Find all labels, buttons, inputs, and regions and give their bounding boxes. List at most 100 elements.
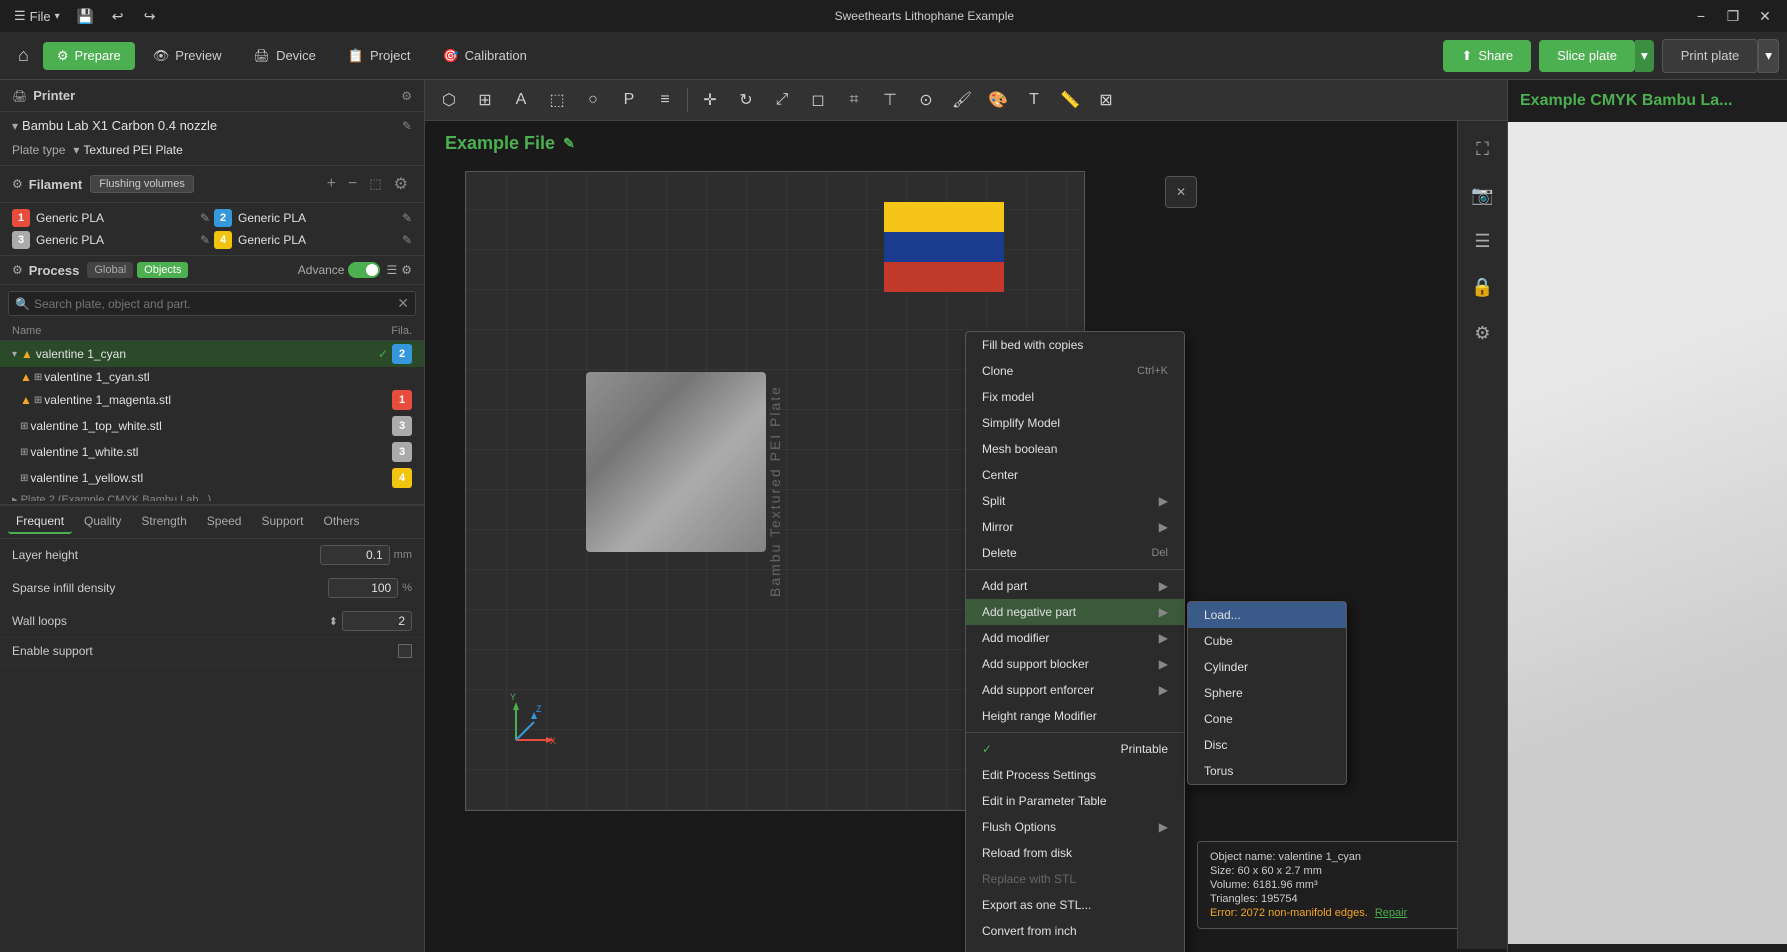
save-button[interactable]: 💾 (74, 4, 98, 28)
print-arrow-button[interactable]: ▾ (1758, 39, 1779, 73)
ctx-mirror[interactable]: Mirror▶ (966, 514, 1184, 540)
sub-item-disc[interactable]: Disc (1188, 732, 1346, 758)
undo-button[interactable]: ↩ (106, 4, 130, 28)
slice-arrow-button[interactable]: ▾ (1635, 40, 1654, 72)
filament-edit-4[interactable]: ✎ (402, 233, 412, 247)
sub-item-cone[interactable]: Cone (1188, 706, 1346, 732)
ctx-clone[interactable]: CloneCtrl+K (966, 358, 1184, 384)
lock-button[interactable]: 🔒 (1463, 267, 1503, 307)
ctx-reload-disk[interactable]: Reload from disk (966, 840, 1184, 866)
process-grid-icon[interactable]: ⚙ (401, 263, 412, 277)
filament-edit-3[interactable]: ✎ (200, 233, 210, 247)
printer-settings-icon[interactable]: ⚙ (401, 89, 412, 103)
ctx-flush-options[interactable]: Flush Options▶ (966, 814, 1184, 840)
list-item[interactable]: ▸ Plate 2 (Example CMYK Bambu Lab...) (0, 491, 424, 501)
auto-icon[interactable]: A (505, 84, 537, 116)
color-icon[interactable]: 🎨 (982, 84, 1014, 116)
ctx-convert-meter[interactable]: Convert from meter (966, 944, 1184, 952)
sub-item-sphere[interactable]: Sphere (1188, 680, 1346, 706)
prepare-tab[interactable]: ⚙ Prepare (43, 42, 135, 70)
slice-icon[interactable]: ○ (577, 84, 609, 116)
print-button[interactable]: Print plate (1662, 39, 1759, 73)
lithophane-object[interactable] (586, 372, 766, 552)
sub-item-torus[interactable]: Torus (1188, 758, 1346, 784)
ctx-printable[interactable]: ✓ Printable (966, 736, 1184, 762)
layers-button[interactable]: ☰ (1463, 221, 1503, 261)
info-repair-link[interactable]: Repair (1375, 907, 1407, 919)
ctx-edit-param-table[interactable]: Edit in Parameter Table (966, 788, 1184, 814)
cut-icon[interactable]: ◻ (802, 84, 834, 116)
advance-toggle[interactable] (348, 262, 380, 278)
edit-title-icon[interactable]: ✎ (563, 135, 575, 152)
add-filament-button[interactable]: + (323, 172, 340, 196)
share-button[interactable]: ⬆ Share (1443, 40, 1531, 72)
wall-loops-stepper[interactable]: ⬍ (329, 615, 338, 628)
list-item[interactable]: ⊞ valentine 1_white.stl 3 (0, 439, 424, 465)
list-item[interactable]: ⊞ valentine 1_top_white.stl 3 (0, 413, 424, 439)
slice-button[interactable]: Slice plate (1539, 40, 1635, 72)
tab-strength[interactable]: Strength (133, 510, 194, 534)
ctx-height-range[interactable]: Height range Modifier (966, 703, 1184, 729)
ctx-delete[interactable]: DeleteDel (966, 540, 1184, 566)
text-icon[interactable]: T (1018, 84, 1050, 116)
tab-speed[interactable]: Speed (199, 510, 250, 534)
settings-circle-button[interactable]: ⚙ (1463, 313, 1503, 353)
camera-button[interactable]: 📷 (1463, 175, 1503, 215)
project-tab[interactable]: 📋 Project (334, 42, 425, 70)
tab-others[interactable]: Others (316, 510, 368, 534)
measure-icon[interactable]: 📏 (1054, 84, 1086, 116)
search-clear-button[interactable]: ✕ (397, 295, 409, 312)
ctx-convert-inch[interactable]: Convert from inch (966, 918, 1184, 944)
ctx-add-support-enforcer[interactable]: Add support enforcer▶ (966, 677, 1184, 703)
ctx-add-support-blocker[interactable]: Add support blocker▶ (966, 651, 1184, 677)
sub-item-load[interactable]: Load... (1188, 602, 1346, 628)
ctx-fill-bed[interactable]: Fill bed with copies (966, 332, 1184, 358)
list-item[interactable]: ▾ ▲ valentine 1_cyan ✓ 2 (0, 341, 424, 367)
process-tag-global[interactable]: Global (87, 262, 133, 278)
flushing-volumes-button[interactable]: Flushing volumes (90, 175, 194, 193)
printer-edit-icon[interactable]: ✎ (402, 119, 412, 133)
paint-icon[interactable]: 🖌 (946, 84, 978, 116)
rotate-icon[interactable]: ↻ (730, 84, 762, 116)
enable-support-checkbox[interactable] (398, 644, 412, 658)
fit-icon[interactable]: ⊠ (1090, 84, 1122, 116)
device-tab[interactable]: 🖨 Device (240, 42, 330, 70)
minimize-button[interactable]: − (1687, 6, 1715, 26)
ctx-mesh-boolean[interactable]: Mesh boolean (966, 436, 1184, 462)
ctx-center[interactable]: Center (966, 462, 1184, 488)
file-menu[interactable]: ☰ File ▾ (8, 6, 66, 26)
close-button[interactable]: ✕ (1751, 6, 1779, 26)
redo-button[interactable]: ↪ (138, 4, 162, 28)
infill-density-input[interactable] (328, 578, 398, 598)
list-item[interactable]: ▲ ⊞ valentine 1_cyan.stl (0, 367, 424, 387)
layer-height-input[interactable] (320, 545, 390, 565)
ctx-simplify[interactable]: Simplify Model (966, 410, 1184, 436)
scale-icon[interactable]: ⤢ (766, 84, 798, 116)
preview-tab[interactable]: 👁 Preview (139, 42, 236, 70)
ctx-export-one[interactable]: Export as one STL... (966, 892, 1184, 918)
process-tag-objects[interactable]: Objects (137, 262, 188, 278)
ctx-fix-model[interactable]: Fix model (966, 384, 1184, 410)
home-button[interactable]: ⌂ (8, 39, 39, 72)
sub-item-cube[interactable]: Cube (1188, 628, 1346, 654)
ortho-icon[interactable]: ⬚ (541, 84, 573, 116)
ctx-add-modifier[interactable]: Add modifier▶ (966, 625, 1184, 651)
process-list-icon[interactable]: ☰ (386, 263, 397, 277)
filament-settings-button[interactable]: ⬚ (365, 172, 385, 196)
filament-edit-1[interactable]: ✎ (200, 211, 210, 225)
wall-loops-input[interactable] (342, 611, 412, 631)
viewport-close-button[interactable]: ✕ (1165, 176, 1197, 208)
plate-type-value[interactable]: ▾ Textured PEI Plate (73, 143, 182, 157)
tab-quality[interactable]: Quality (76, 510, 129, 534)
ctx-split[interactable]: Split▶ (966, 488, 1184, 514)
remove-filament-button[interactable]: − (344, 172, 361, 196)
tab-support[interactable]: Support (253, 510, 311, 534)
tab-frequent[interactable]: Frequent (8, 510, 72, 534)
grid-icon[interactable]: ⊞ (469, 84, 501, 116)
support-icon[interactable]: ⊤ (874, 84, 906, 116)
restore-button[interactable]: ❐ (1719, 6, 1747, 26)
move-icon[interactable]: ✛ (694, 84, 726, 116)
filament-gear-button[interactable]: ⚙ (390, 172, 412, 196)
sub-item-cylinder[interactable]: Cylinder (1188, 654, 1346, 680)
ctx-add-negative-part[interactable]: Add negative part▶ (966, 599, 1184, 625)
